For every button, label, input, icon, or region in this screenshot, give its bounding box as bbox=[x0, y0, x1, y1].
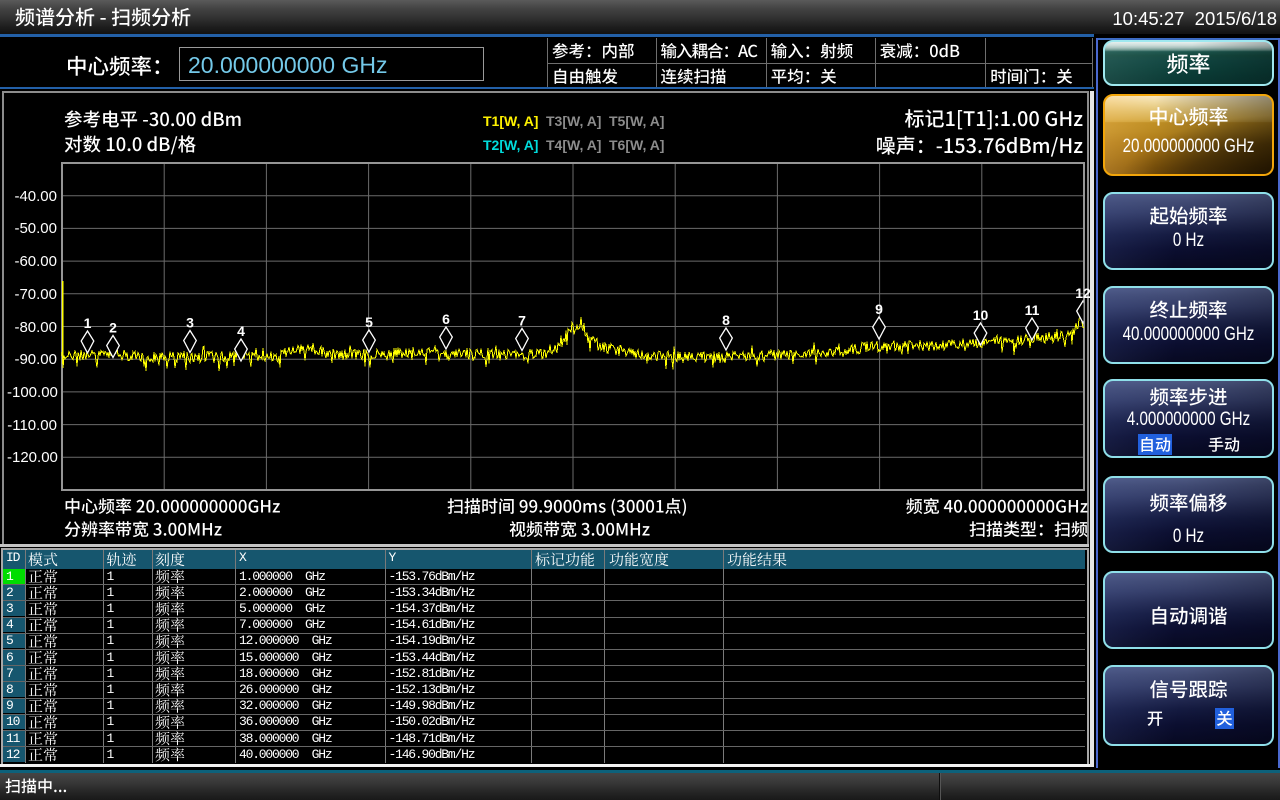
svg-text:1: 1 bbox=[84, 315, 92, 331]
svg-text:10: 10 bbox=[973, 307, 989, 323]
svg-text:11: 11 bbox=[1025, 302, 1040, 318]
svg-text:7: 7 bbox=[518, 313, 526, 329]
svg-text:4: 4 bbox=[237, 323, 245, 339]
svg-text:3: 3 bbox=[186, 315, 194, 331]
svg-text:8: 8 bbox=[722, 312, 730, 328]
svg-text:2: 2 bbox=[109, 320, 117, 336]
svg-text:5: 5 bbox=[365, 314, 373, 330]
svg-text:6: 6 bbox=[442, 311, 450, 327]
svg-text:9: 9 bbox=[875, 301, 883, 317]
svg-text:12: 12 bbox=[1075, 285, 1091, 301]
